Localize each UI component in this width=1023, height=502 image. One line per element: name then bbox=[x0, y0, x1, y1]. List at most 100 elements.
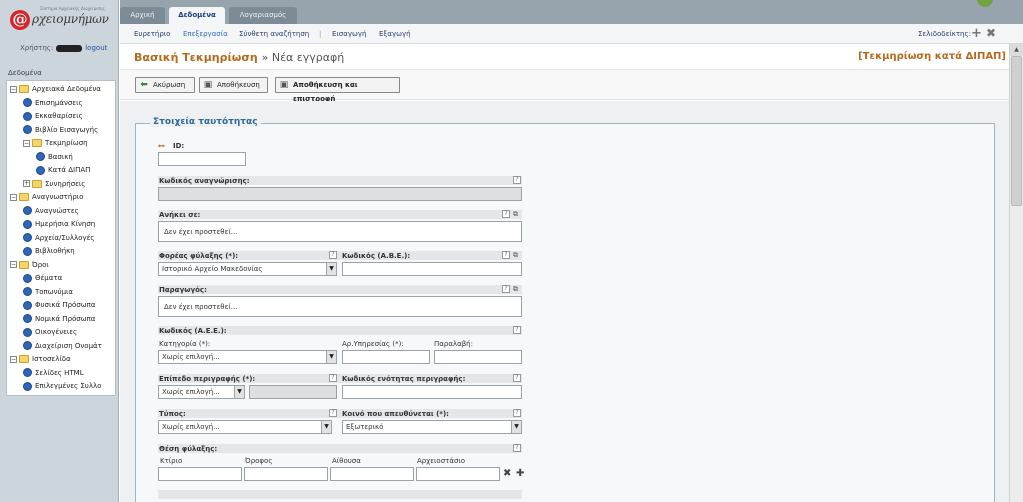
audience-select[interactable]: Εξωτερικό ▼ bbox=[342, 420, 522, 434]
tab-home[interactable]: Αρχική bbox=[120, 7, 165, 24]
dipap-documentation-link[interactable]: [Τεκμηρίωση κατά ΔΙΠΑΠ] bbox=[858, 51, 1006, 62]
abe-popup-icon[interactable]: ⧉ bbox=[513, 251, 521, 259]
collapse-icon[interactable]: − bbox=[23, 139, 30, 147]
service-no-field[interactable] bbox=[342, 350, 430, 364]
type-select[interactable]: Χωρίς επιλογή... ▼ bbox=[158, 420, 332, 434]
document-icon bbox=[23, 381, 32, 391]
tree-item[interactable]: Διαχείριση Ονομάτ bbox=[23, 340, 102, 353]
unit-code-field[interactable] bbox=[342, 385, 522, 399]
category-select[interactable]: Χωρίς επιλογή... ▼ bbox=[158, 350, 337, 364]
belongs-box[interactable]: Δεν έχει προστεθεί... bbox=[158, 221, 522, 242]
scroll-thumb[interactable] bbox=[1011, 56, 1022, 206]
abe-field[interactable] bbox=[342, 262, 522, 276]
page-subtitle: » Νέα εγγραφή bbox=[261, 51, 345, 64]
aee-help-icon[interactable]: ? bbox=[513, 326, 521, 334]
tree-item-label: Αρχειακά Δεδομένα bbox=[32, 85, 101, 93]
user-label: Χρήστης: bbox=[20, 44, 54, 52]
close-bookmark-icon[interactable]: ✖ bbox=[986, 27, 996, 40]
collapse-icon[interactable]: − bbox=[10, 85, 17, 93]
tab-account[interactable]: Λογαριασμός bbox=[229, 7, 297, 24]
scroll-up-arrow-icon[interactable]: ▲ bbox=[1010, 44, 1023, 56]
storage-help-icon[interactable]: ? bbox=[513, 444, 521, 452]
document-icon bbox=[23, 219, 32, 229]
tree-item[interactable]: Φυσικά Πρόσωπα bbox=[23, 299, 95, 312]
page-title: Βασική Τεκμηρίωση » Νέα εγγραφή bbox=[134, 51, 344, 64]
floor-field[interactable] bbox=[244, 467, 328, 481]
audience-help-icon[interactable]: ? bbox=[513, 409, 521, 417]
add-location-icon[interactable]: ✚ bbox=[516, 468, 524, 479]
id-field[interactable] bbox=[158, 152, 246, 166]
unit-code-help-icon[interactable]: ? bbox=[513, 374, 521, 382]
cabinet-field[interactable] bbox=[416, 467, 500, 481]
type-help-icon[interactable]: ? bbox=[329, 409, 337, 417]
producer-popup-icon[interactable]: ⧉ bbox=[513, 285, 521, 293]
tab-data[interactable]: Δεδομένα bbox=[169, 7, 225, 24]
tree-item[interactable]: Νομικά Πρόσωπα bbox=[23, 313, 95, 326]
collapse-icon[interactable]: − bbox=[10, 261, 17, 268]
navigation-tree: − Αρχειακά Δεδομένα Επισημάνσεις Εκκαθαρίσε… bbox=[6, 80, 116, 396]
bookmarks-label: Σελιδοδείκτης: bbox=[918, 30, 971, 38]
tree-item[interactable]: Αναγνώστες bbox=[23, 205, 79, 218]
logout-link[interactable]: logout bbox=[85, 44, 107, 52]
level-help-icon[interactable]: ? bbox=[329, 374, 337, 382]
storage-label: Θέση φύλαξης: bbox=[159, 445, 218, 453]
tree-item-label: Φυσικά Πρόσωπα bbox=[35, 301, 96, 309]
hall-field[interactable] bbox=[330, 467, 414, 481]
belongs-help-icon[interactable]: ? bbox=[502, 210, 510, 218]
tree-item[interactable]: Οικογένειες bbox=[23, 326, 77, 339]
collapse-icon[interactable]: − bbox=[10, 193, 17, 201]
tree-item[interactable]: Βασική bbox=[36, 151, 73, 164]
app-logo[interactable]: Σύστημα Αρχειακής Διαχείρισης @ ρχειομνή… bbox=[10, 6, 114, 36]
add-bookmark-icon[interactable]: + bbox=[971, 27, 982, 40]
tree-item[interactable]: Επιλεγμένες Συλλο bbox=[23, 380, 101, 393]
tree-item[interactable]: − Όροι bbox=[10, 259, 49, 272]
collapse-icon[interactable]: − bbox=[10, 355, 17, 363]
tree-item[interactable]: Αρχεία/Συλλογές bbox=[23, 232, 94, 245]
menu-advanced-search[interactable]: Σύνθετη αναζήτηση bbox=[239, 30, 309, 38]
tree-item[interactable]: Θέματα bbox=[23, 272, 62, 285]
tree-item[interactable]: Τοπωνύμια bbox=[23, 286, 73, 299]
key-icon: ⊷ bbox=[158, 142, 165, 150]
tree-item[interactable]: Εκκαθαρίσεις bbox=[23, 110, 83, 123]
custodian-select[interactable]: Ιστορικό Αρχείο Μακεδονίας ▼ bbox=[158, 262, 337, 276]
tree-item[interactable]: + Συνηρήσεις bbox=[23, 178, 85, 191]
receipt-field[interactable] bbox=[434, 350, 522, 364]
tree-item[interactable]: − Τεκμηρίωση bbox=[23, 137, 88, 150]
menu-export[interactable]: Εξαγωγή bbox=[379, 30, 411, 38]
tree-item-label: Συνηρήσεις bbox=[45, 179, 86, 188]
recognition-code-help-icon[interactable]: ? bbox=[513, 176, 521, 184]
tree-item[interactable]: Βιβλιοθήκη bbox=[23, 245, 75, 258]
user-name-redacted bbox=[56, 44, 83, 52]
tree-item[interactable]: Κατά ΔΙΠΑΠ bbox=[36, 164, 90, 177]
tree-item[interactable]: Βιβλίο Εισαγωγής bbox=[23, 124, 98, 137]
cancel-button[interactable]: ⬅ Ακύρωση bbox=[135, 77, 195, 93]
abe-help-icon[interactable]: ? bbox=[502, 251, 510, 259]
back-arrow-icon: ⬅ bbox=[140, 80, 148, 90]
page-scrollbar[interactable]: ▲ bbox=[1009, 44, 1023, 502]
category-value: Χωρίς επιλογή... bbox=[162, 353, 220, 361]
save-and-return-button[interactable]: ▣ Αποθήκευση και επιστροφή bbox=[275, 77, 400, 103]
folder-icon bbox=[19, 260, 29, 269]
save-button[interactable]: ▣ Αποθήκευση bbox=[199, 77, 268, 93]
producer-box[interactable]: Δεν έχει προστεθεί... bbox=[158, 296, 522, 317]
custodian-help-icon[interactable]: ? bbox=[329, 251, 337, 259]
tree-item[interactable]: Ημερήσια Κίνηση bbox=[23, 218, 95, 231]
remove-location-icon[interactable]: ✖ bbox=[503, 468, 511, 479]
belongs-popup-icon[interactable]: ⧉ bbox=[513, 210, 521, 218]
document-icon bbox=[23, 300, 32, 310]
level-select[interactable]: Χωρίς επιλογή... ▼ bbox=[158, 385, 245, 399]
tree-item[interactable]: − Ιστοσελίδα bbox=[10, 353, 71, 366]
tree-item[interactable]: Σελίδες HTML bbox=[23, 367, 84, 380]
tree-item[interactable]: − Αναγνωστήριο bbox=[10, 191, 83, 204]
corner-action-button[interactable] bbox=[977, 0, 993, 7]
building-field[interactable] bbox=[158, 467, 242, 481]
menu-index[interactable]: Ευρετήριο bbox=[134, 30, 170, 38]
menu-import[interactable]: Εισαγωγή bbox=[332, 30, 366, 38]
tree-item-label: Βασική bbox=[48, 152, 73, 161]
expand-icon[interactable]: + bbox=[23, 180, 30, 187]
menu-edit[interactable]: Επεξεργασία bbox=[183, 30, 228, 38]
tree-item[interactable]: − Αρχειακά Δεδομένα bbox=[10, 83, 101, 96]
folder-icon bbox=[19, 85, 29, 93]
tree-item[interactable]: Επισημάνσεις bbox=[23, 97, 83, 110]
producer-help-icon[interactable]: ? bbox=[502, 285, 510, 293]
